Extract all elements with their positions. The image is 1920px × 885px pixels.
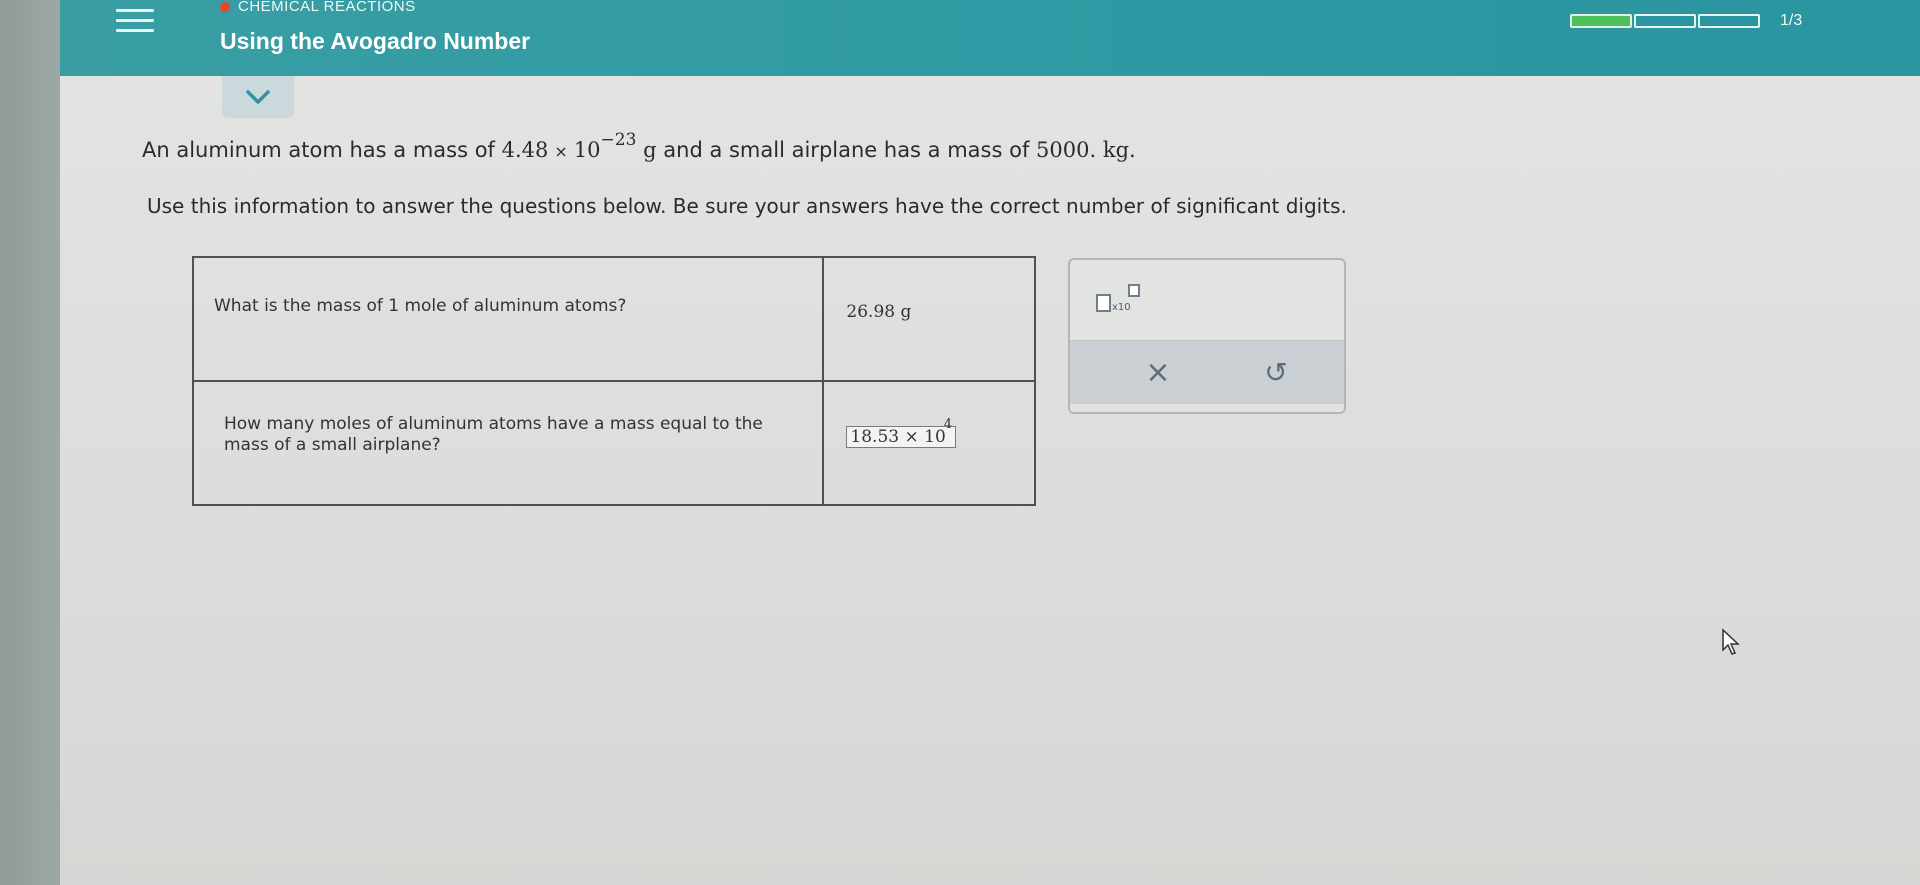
undo-icon: ↺ [1264, 356, 1288, 389]
exponent-box-icon [1128, 284, 1140, 297]
undo-button[interactable]: ↺ [1246, 353, 1306, 393]
scientific-notation-button[interactable]: x10 [1096, 284, 1156, 320]
progress-count: 1/3 [1780, 12, 1803, 29]
progress-segment [1698, 14, 1760, 28]
collapse-toggle[interactable] [222, 76, 294, 118]
category-dot-icon [220, 2, 230, 13]
progress-segment [1634, 14, 1696, 28]
plane-mass: 5000. [1036, 138, 1097, 162]
action-bar: × ↺ [1070, 340, 1344, 404]
answer-1-cell[interactable]: 26.98 g [822, 256, 1036, 382]
table-row: What is the mass of 1 mole of aluminum a… [191, 256, 1036, 382]
hamburger-menu-icon[interactable] [116, 9, 154, 35]
chevron-down-icon [246, 90, 270, 104]
close-icon: × [1145, 355, 1171, 390]
answer-tools-panel: x10 × ↺ [1068, 258, 1346, 414]
instructions: Use this information to answer the quest… [147, 194, 1347, 218]
question-table: What is the mass of 1 mole of aluminum a… [191, 256, 1036, 506]
progress-segment-filled [1570, 14, 1632, 28]
topic-title: Using the Avogadro Number [220, 28, 531, 54]
question-2: How many moles of aluminum atoms have a … [191, 380, 825, 506]
progress-indicator: 1/3 [1570, 12, 1802, 30]
answer-2-input[interactable]: 18.53 × 104 [846, 417, 957, 448]
problem-statement: An aluminum atom has a mass of 4.48 × 10−2… [142, 130, 1136, 162]
atom-mass-exponent: −23 [600, 130, 637, 150]
answer-1-input[interactable]: 26.98 g [846, 302, 911, 322]
answer-2-cell[interactable]: 18.53 × 104 [822, 380, 1036, 506]
answer-2-exponent[interactable]: 4 [944, 417, 952, 432]
topic-header: CHEMICAL REACTIONS Using the Avogadro Nu… [60, 0, 1920, 76]
table-row: How many moles of aluminum atoms have a … [191, 380, 1036, 506]
mouse-pointer-icon [1722, 628, 1740, 655]
category-label: CHEMICAL REACTIONS [220, 0, 416, 15]
atom-mass-mantissa: 4.48 [501, 138, 549, 162]
mantissa-box-icon [1096, 294, 1111, 312]
question-1: What is the mass of 1 mole of aluminum a… [191, 256, 825, 382]
clear-button[interactable]: × [1128, 353, 1188, 393]
